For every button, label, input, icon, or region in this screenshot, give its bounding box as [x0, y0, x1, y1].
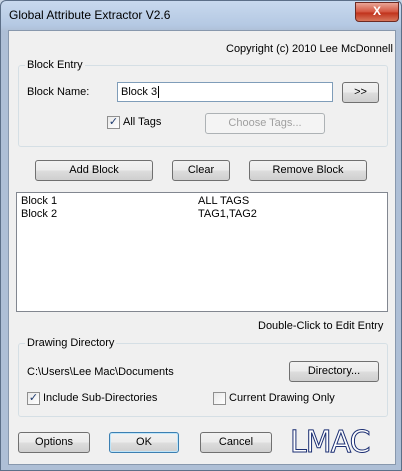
block-entry-group-label: Block Entry [25, 59, 85, 71]
include-subdirectories-checkbox[interactable]: ✓ [27, 392, 40, 405]
add-block-button[interactable]: Add Block [35, 160, 153, 181]
cancel-button[interactable]: Cancel [200, 432, 272, 453]
drawing-directory-group-label: Drawing Directory [25, 337, 117, 349]
all-tags-checkbox[interactable]: ✓ [107, 116, 120, 129]
check-icon: ✓ [108, 116, 119, 128]
block-name-label: Block Name: [27, 86, 90, 98]
options-button[interactable]: Options [18, 432, 90, 453]
list-item[interactable]: Block 1 ALL TAGS [17, 195, 387, 208]
check-icon: ✓ [28, 392, 39, 404]
current-drawing-only-label: Current Drawing Only [229, 392, 335, 404]
directory-button[interactable]: Directory... [289, 361, 379, 382]
browse-block-button[interactable]: >> [342, 82, 379, 103]
include-subdirectories-label: Include Sub-Directories [43, 392, 158, 404]
block-entry-group: Block Entry Block Name: Block 3 >> ✓ All… [18, 59, 388, 147]
copyright-text: Copyright (c) 2010 Lee McDonnell [226, 43, 393, 55]
dialog-client: Copyright (c) 2010 Lee McDonnell Block E… [8, 30, 396, 465]
all-tags-label: All Tags [123, 116, 162, 128]
list-item-tags: TAG1,TAG2 [198, 208, 257, 220]
drawing-directory-group: Drawing Directory C:\Users\Lee Mac\Docum… [18, 337, 388, 417]
block-name-input[interactable]: Block 3 [117, 82, 333, 102]
choose-tags-button[interactable]: Choose Tags... [205, 113, 325, 134]
remove-block-button[interactable]: Remove Block [249, 160, 367, 181]
window-title: Global Attribute Extractor V2.6 [9, 8, 171, 22]
list-item-tags: ALL TAGS [198, 195, 250, 207]
directory-path-text: C:\Users\Lee Mac\Documents [27, 366, 174, 378]
current-drawing-only-checkbox[interactable] [213, 392, 226, 405]
close-icon: X [372, 4, 381, 18]
list-item-name: Block 1 [21, 195, 58, 207]
lmac-logo: LMAC [290, 425, 372, 461]
clear-button[interactable]: Clear [172, 160, 230, 181]
edit-hint-text: Double-Click to Edit Entry [258, 320, 384, 332]
list-item[interactable]: Block 2 TAG1,TAG2 [17, 208, 387, 221]
close-button[interactable]: X [355, 2, 399, 22]
ok-button[interactable]: OK [109, 432, 179, 453]
title-bar[interactable]: Global Attribute Extractor V2.6 X [1, 1, 401, 29]
dialog-window: Global Attribute Extractor V2.6 X Copyri… [0, 0, 402, 471]
block-list[interactable]: Block 1 ALL TAGS Block 2 TAG1,TAG2 [16, 192, 388, 312]
list-item-name: Block 2 [21, 208, 58, 220]
